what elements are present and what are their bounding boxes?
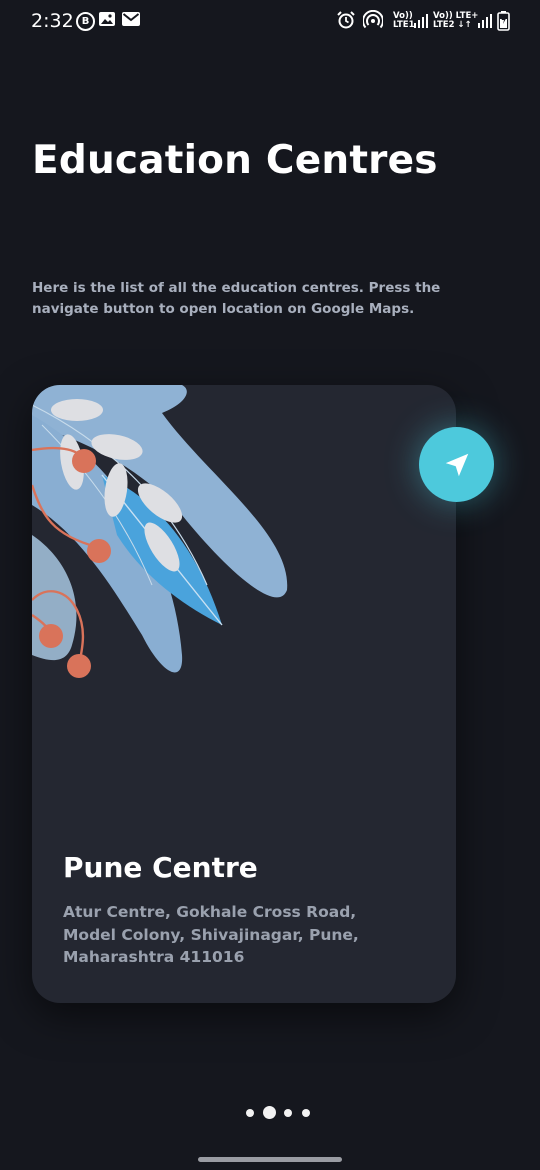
status-time: 2:32 [31,10,74,32]
leaf-illustration [32,385,288,678]
sim1-network-label: Vo)) LTE1 [393,11,415,30]
page-subtitle: Here is the list of all the education ce… [32,280,441,317]
centre-card[interactable]: Pune Centre Atur Centre, Gokhale Cross R… [32,385,456,1003]
hotspot-icon [363,10,383,29]
navigate-button[interactable] [419,427,494,502]
centre-name: Pune Centre [63,851,258,884]
home-indicator[interactable] [198,1157,342,1162]
centre-address: Atur Centre, Gokhale Cross Road, Model C… [63,903,359,966]
pager-dot[interactable] [302,1109,310,1117]
signal-icon [478,14,492,28]
signal-icon [414,14,428,28]
image-icon [99,12,115,26]
navigation-arrow-icon [445,453,468,476]
pager-dot-active[interactable] [263,1106,276,1119]
b-badge-icon: B [76,12,95,31]
pager-dot[interactable] [284,1109,292,1117]
status-bar: 2:32 B Vo)) LTE1 Vo)) LTE+ LTE2 ↓↑ [0,0,540,44]
sim2-network-label: Vo)) LTE+ LTE2 ↓↑ [433,11,479,30]
battery-icon [497,11,510,31]
alarm-icon [337,11,355,29]
pager-dot[interactable] [246,1109,254,1117]
mail-icon [122,12,140,26]
page-title: Education Centres [32,138,438,183]
